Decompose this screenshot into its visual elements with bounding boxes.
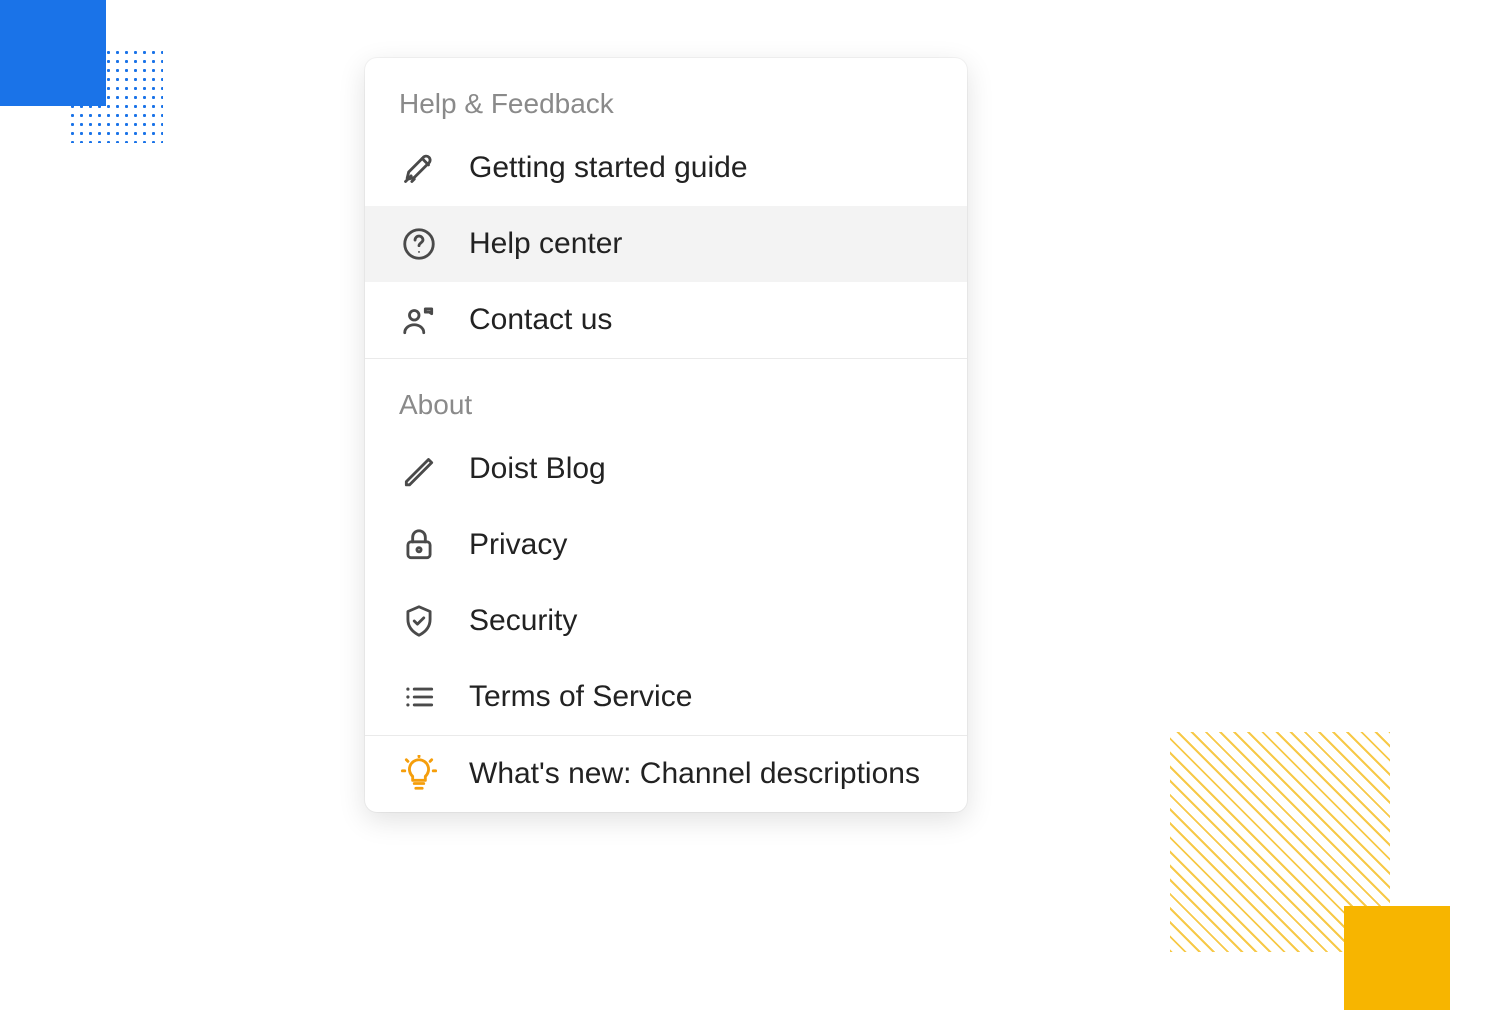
menu-item-label: Security bbox=[469, 604, 577, 638]
menu-item-getting-started[interactable]: Getting started guide bbox=[365, 130, 967, 206]
menu-item-label: What's new: Channel descriptions bbox=[469, 757, 920, 791]
section-help-feedback: Help & Feedback Getting started guide He… bbox=[365, 58, 967, 359]
pencil-icon bbox=[399, 449, 439, 489]
question-icon bbox=[399, 224, 439, 264]
list-icon bbox=[399, 677, 439, 717]
decor-dot-grid bbox=[68, 48, 163, 143]
menu-item-help-center[interactable]: Help center bbox=[365, 206, 967, 282]
menu-item-terms[interactable]: Terms of Service bbox=[365, 659, 967, 735]
menu-item-label: Terms of Service bbox=[469, 680, 692, 714]
rocket-icon bbox=[399, 148, 439, 188]
menu-item-label: Help center bbox=[469, 227, 622, 261]
lightbulb-icon bbox=[399, 754, 439, 794]
section-title-help: Help & Feedback bbox=[365, 58, 967, 130]
menu-item-contact-us[interactable]: Contact us bbox=[365, 282, 967, 358]
menu-item-label: Doist Blog bbox=[469, 452, 606, 486]
section-title-about: About bbox=[365, 359, 967, 431]
menu-item-privacy[interactable]: Privacy bbox=[365, 507, 967, 583]
help-menu-card: Help & Feedback Getting started guide He… bbox=[365, 58, 967, 812]
menu-item-label: Getting started guide bbox=[469, 151, 748, 185]
section-about: About Doist Blog Privacy Security Terms … bbox=[365, 359, 967, 736]
menu-item-label: Privacy bbox=[469, 528, 567, 562]
lock-icon bbox=[399, 525, 439, 565]
decor-orange-square bbox=[1344, 906, 1450, 1010]
menu-item-security[interactable]: Security bbox=[365, 583, 967, 659]
contact-icon bbox=[399, 300, 439, 340]
menu-item-label: Contact us bbox=[469, 303, 612, 337]
section-whats-new: What's new: Channel descriptions bbox=[365, 736, 967, 812]
menu-item-doist-blog[interactable]: Doist Blog bbox=[365, 431, 967, 507]
shield-icon bbox=[399, 601, 439, 641]
menu-item-whats-new[interactable]: What's new: Channel descriptions bbox=[365, 736, 967, 812]
